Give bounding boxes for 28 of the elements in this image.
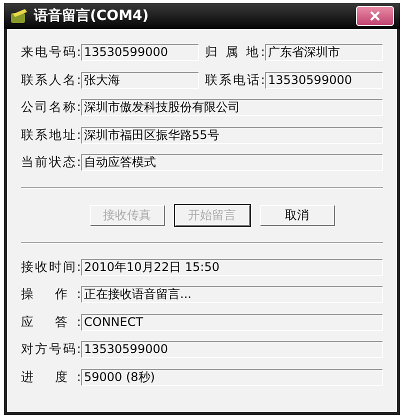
read-only-field: 张大海	[81, 72, 199, 89]
read-only-field: 自动应答模式	[81, 154, 383, 172]
field-label: 接收时间:	[21, 258, 81, 276]
field-label: 进 度:	[21, 368, 81, 386]
field-label: 联系人名:	[21, 72, 81, 89]
read-only-field: 13530599000	[81, 341, 383, 358]
field-label: 当前状态:	[21, 154, 81, 172]
close-button[interactable]	[356, 6, 394, 26]
read-only-field: 13530599000	[81, 44, 199, 62]
read-only-field: 正在接收语音留言...	[81, 286, 383, 304]
field-label: 来电号码:	[21, 44, 81, 62]
field-label: 公司名称:	[21, 99, 81, 116]
field-label: 联系电话:	[205, 72, 265, 89]
read-only-field: 深圳市福田区振华路55号	[81, 126, 383, 144]
field-label: 对方号码:	[21, 341, 81, 358]
read-only-field: 广东省深圳市	[265, 44, 383, 62]
field-label: 应 答:	[21, 314, 81, 331]
read-only-field: CONNECT	[81, 314, 383, 331]
field-label: 操 作:	[21, 286, 81, 304]
field-label: 联系地址:	[21, 126, 81, 144]
read-only-field: 2010年10月22日 15:50	[81, 258, 383, 276]
read-only-field: 13530599000	[265, 72, 383, 89]
close-icon	[370, 11, 380, 21]
window-title: 语音留言(COM4)	[34, 7, 150, 25]
dialog-button[interactable]: 取消	[260, 204, 334, 226]
field-label: 归 属 地:	[205, 44, 265, 62]
read-only-field: 59000 (8秒)	[81, 368, 383, 386]
read-only-field: 深圳市傲发科技股份有限公司	[81, 99, 383, 116]
